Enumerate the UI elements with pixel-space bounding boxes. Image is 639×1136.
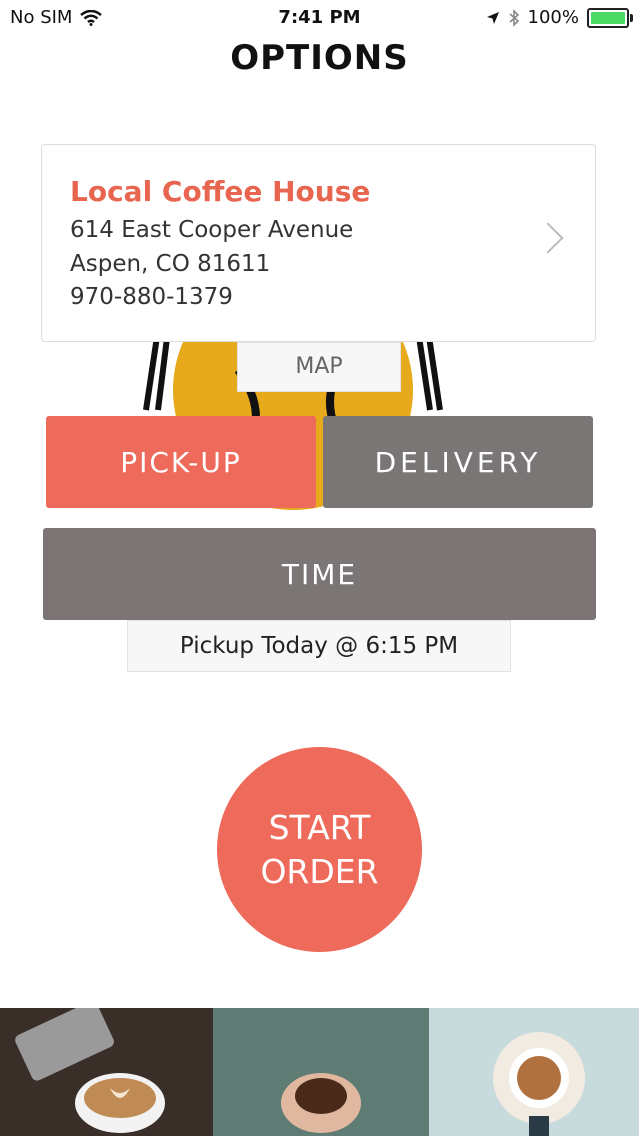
- start-order-line2: ORDER: [260, 851, 379, 891]
- photo-strip: [0, 1008, 639, 1136]
- coffee-cup-photo: [429, 1008, 639, 1136]
- pickup-time-label: Pickup Today @ 6:15 PM: [127, 620, 511, 672]
- status-right: 100%: [486, 7, 633, 28]
- coffee-beans-hands-photo: [213, 1008, 429, 1136]
- start-order-button[interactable]: START ORDER: [217, 747, 422, 952]
- battery-icon: [587, 7, 633, 28]
- store-address-line2: Aspen, CO 81611: [70, 251, 271, 277]
- chevron-right-icon: [532, 222, 564, 254]
- start-order-line1: START: [268, 807, 371, 847]
- location-arrow-icon: [486, 11, 499, 24]
- store-name: Local Coffee House: [70, 175, 371, 208]
- map-button[interactable]: MAP: [237, 342, 401, 392]
- page-title: OPTIONS: [230, 38, 409, 78]
- pickup-button[interactable]: PICK-UP: [46, 416, 316, 508]
- delivery-button[interactable]: DELIVERY: [323, 416, 593, 508]
- store-phone: 970-880-1379: [70, 284, 233, 310]
- time-button[interactable]: TIME: [43, 528, 596, 620]
- store-address-line1: 614 East Cooper Avenue: [70, 217, 354, 243]
- latte-pour-photo: [0, 1008, 213, 1136]
- battery-percent: 100%: [527, 7, 579, 28]
- status-bar: No SIM 7:41 PM 100%: [0, 0, 639, 36]
- store-card[interactable]: Local Coffee House 614 East Cooper Avenu…: [41, 144, 596, 342]
- bluetooth-icon: [509, 8, 519, 27]
